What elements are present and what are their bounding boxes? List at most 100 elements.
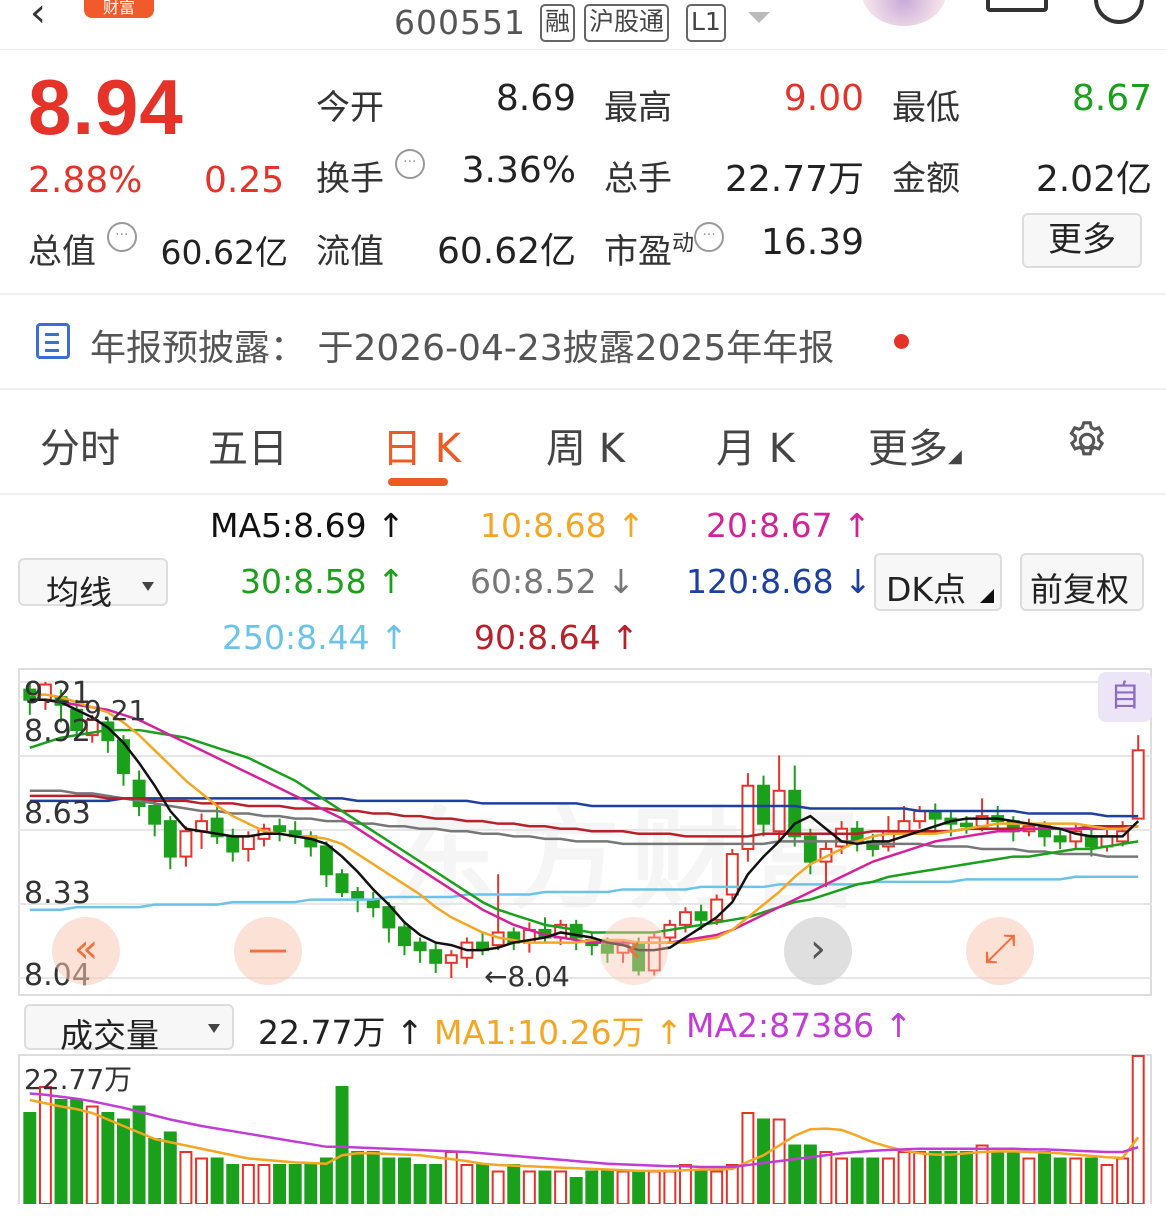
volume-bar — [1069, 1157, 1083, 1204]
margin-tag: 融 — [540, 4, 576, 42]
amount-label: 金额 — [892, 159, 960, 199]
volume-label: 总手 — [604, 159, 672, 199]
amount-value: 2.02亿 — [1035, 159, 1152, 200]
volume-bar — [23, 1112, 37, 1204]
volume-bar — [803, 1144, 817, 1204]
volume-bar — [928, 1151, 942, 1204]
candle — [444, 950, 458, 978]
tab-more[interactable]: 更多◢ — [868, 416, 962, 474]
volume-bar — [148, 1138, 162, 1204]
zoom-out-button[interactable]: — — [234, 917, 302, 985]
candle-body — [335, 873, 349, 893]
ma-selector[interactable]: 均线 — [18, 558, 168, 612]
high-value: 9.00 — [783, 78, 864, 119]
candle — [772, 755, 786, 842]
candle-body — [413, 941, 427, 952]
y-axis-label: 9.21 — [24, 676, 91, 711]
caifu-badge[interactable]: 财富 — [84, 0, 154, 18]
volume-bar — [70, 1099, 84, 1204]
volume-bar — [710, 1170, 724, 1204]
volume-current: 22.77万 ↑ — [258, 1013, 424, 1052]
back-icon[interactable]: ‹ — [30, 0, 46, 36]
info-icon[interactable]: ··· — [394, 149, 425, 179]
candle — [850, 821, 864, 852]
tab-daily-k[interactable]: 日 K — [382, 416, 461, 474]
tab-intraday[interactable]: 分时 — [40, 416, 120, 474]
tab-five-day[interactable]: 五日 — [208, 416, 288, 474]
turnover-value: 3.36% — [461, 150, 576, 191]
volume-selector-label: 成交量 — [60, 1016, 159, 1055]
info-icon[interactable]: ··· — [106, 222, 137, 252]
search-icon[interactable] — [1094, 0, 1144, 24]
candle — [273, 818, 287, 842]
chevron-down-icon — [142, 582, 154, 591]
volume-bar — [491, 1170, 505, 1204]
open-label: 今开 — [316, 88, 384, 128]
volume-ma2: MA2:87386 ↑ — [686, 1006, 913, 1045]
candle-body — [1053, 835, 1067, 843]
dk-point-button[interactable]: DK点 — [874, 553, 1002, 611]
ma250-value: 250:8.44 ↑ — [222, 618, 408, 657]
candle — [725, 848, 739, 900]
connect-tag: 沪股通 — [584, 4, 670, 42]
info-icon[interactable]: ··· — [694, 222, 725, 252]
candle — [741, 773, 755, 862]
y-axis-label: 8.92 — [24, 714, 91, 749]
ma90-value: 90:8.64 ↑ — [474, 618, 639, 657]
volume-bar — [1053, 1157, 1067, 1204]
tab-monthly-k[interactable]: 月 K — [716, 416, 795, 474]
avatar[interactable] — [862, 0, 946, 26]
auto-scale-badge[interactable]: 自 — [1098, 672, 1152, 722]
candle — [522, 922, 536, 953]
message-box-icon[interactable] — [986, 0, 1048, 12]
min-price-marker: ←8.04 — [484, 960, 570, 993]
candle-body — [398, 926, 411, 947]
gear-icon[interactable] — [1064, 418, 1110, 464]
volume-bar — [101, 1112, 115, 1204]
volume-bar — [54, 1099, 68, 1204]
float-cap-label: 流值 — [316, 232, 384, 272]
fullscreen-button[interactable]: ⤢ — [966, 917, 1034, 985]
chevron-down-icon[interactable] — [748, 12, 770, 23]
candle-body — [897, 820, 911, 833]
more-quote-button[interactable]: 更多 — [1022, 213, 1142, 268]
ma120-line — [29, 797, 1139, 818]
candle — [1084, 828, 1098, 857]
stock-code: 600551 — [394, 3, 526, 42]
divider — [0, 493, 1166, 495]
candle-body — [1084, 835, 1098, 848]
candle-body — [117, 739, 130, 775]
candle-body — [679, 911, 692, 926]
volume-bar — [647, 1170, 661, 1204]
mktcap-label: 总值 ··· — [28, 222, 137, 273]
volume-bar — [1006, 1151, 1020, 1204]
candle-body — [803, 835, 817, 863]
volume-bar — [835, 1157, 849, 1204]
volume-bar — [741, 1112, 755, 1204]
top-bar: ‹ 财富 600551 融 沪股通 L1 — [0, 0, 1166, 50]
level1-tag: L1 — [686, 4, 726, 42]
candle — [132, 770, 146, 817]
volume-bar — [819, 1151, 833, 1204]
annual-report-notice[interactable]: 年报预披露： 于2026-04-23披露2025年年报 — [90, 319, 834, 371]
chevron-down-icon — [208, 1024, 220, 1033]
candle — [460, 937, 474, 968]
volume-bar — [585, 1170, 599, 1204]
low-label: 最低 — [892, 88, 960, 128]
volume-bar — [319, 1157, 333, 1204]
candle-body — [226, 835, 240, 853]
candle — [304, 831, 318, 857]
ma60-value: 60:8.52 ↓ — [470, 562, 635, 601]
unread-dot — [894, 334, 909, 349]
scroll-left-fast-button[interactable]: « — [52, 917, 120, 985]
scroll-right-button[interactable]: › — [784, 917, 852, 985]
ma20-value: 20:8.67 ↑ — [706, 506, 871, 545]
tab-weekly-k[interactable]: 周 K — [546, 416, 625, 474]
volume-indicator-selector[interactable]: 成交量 — [24, 1004, 234, 1055]
volume-bar — [1100, 1164, 1114, 1204]
candle-body — [725, 853, 739, 896]
scroll-left-button[interactable]: ‹ — [600, 917, 668, 985]
volume-chart[interactable] — [18, 1054, 1152, 1204]
adjust-button[interactable]: 前复权 — [1020, 553, 1144, 611]
volume-bar — [335, 1086, 349, 1204]
